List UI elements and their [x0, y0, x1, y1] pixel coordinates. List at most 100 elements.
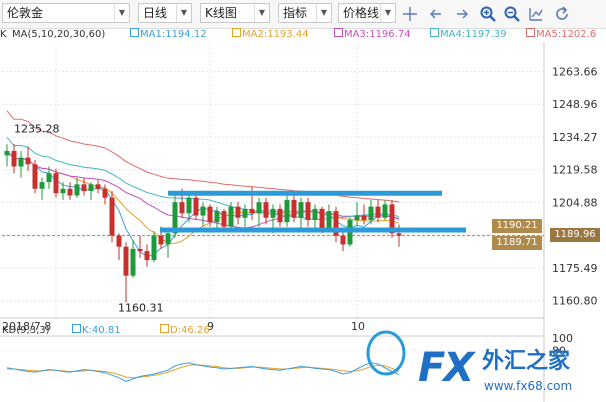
- y-tick-label: 1204.88: [552, 196, 598, 209]
- ma1-legend-item: MA1:1194.12: [130, 28, 207, 42]
- chart-style-select[interactable]: K线图 ▼: [200, 3, 270, 23]
- candle-body: [277, 208, 283, 223]
- candle-body: [312, 208, 318, 220]
- restore-icon[interactable]: [552, 4, 572, 24]
- candle-body: [214, 211, 220, 223]
- kd-d-legend-item: D:46.26: [160, 324, 210, 338]
- y-tick-label: 1248.96: [552, 98, 598, 111]
- price-line-select[interactable]: 价格线 ▼: [338, 3, 396, 23]
- draw-tool-icon[interactable]: [526, 4, 546, 24]
- ma-value-tag: 1190.21: [492, 219, 542, 233]
- y-tick-label: 1160.80: [552, 295, 598, 308]
- kd-k-legend-item: K:40.81: [72, 324, 121, 338]
- candle-body: [67, 188, 73, 196]
- kd-axis-label: 100: [552, 332, 573, 345]
- candle-body: [88, 184, 94, 192]
- chart-annotations: 1235.28 1160.31: [14, 123, 164, 315]
- chevron-down-icon[interactable]: ▼: [254, 4, 269, 22]
- chart-style-select-value: K线图: [205, 6, 237, 20]
- candle-body: [368, 206, 374, 220]
- high-annotation: 1235.28: [14, 123, 60, 136]
- candle-body: [340, 235, 346, 245]
- chevron-down-icon[interactable]: ▼: [380, 4, 395, 22]
- candle-body: [81, 184, 87, 192]
- candle-series: [4, 144, 402, 303]
- logo-fx-text: FX: [418, 345, 474, 391]
- candle-body: [375, 206, 381, 218]
- candle-body: [4, 150, 10, 156]
- candle-body: [165, 233, 171, 245]
- y-tick-label: 1175.49: [552, 262, 598, 275]
- toolbar: 伦敦金 ▼ 日线 ▼ K线图 ▼ 指标 ▼ 价格线 ▼: [0, 0, 606, 29]
- logo-url-text: www.fx68.com: [484, 379, 573, 393]
- ma4-legend-item: MA4:1197.39: [430, 28, 507, 42]
- candle-body: [109, 197, 115, 236]
- candle-body: [11, 150, 17, 167]
- indicator-select[interactable]: 指标 ▼: [278, 3, 332, 23]
- candle-body: [361, 215, 367, 220]
- candle-body: [270, 208, 276, 218]
- ma-legend-prefix: K: [0, 29, 7, 40]
- candle-body: [151, 235, 157, 261]
- symbol-select[interactable]: 伦敦金 ▼: [2, 3, 130, 23]
- low-annotation: 1160.31: [118, 302, 164, 315]
- candle-body: [186, 197, 192, 214]
- candle-body: [25, 157, 31, 165]
- candle-body: [158, 235, 164, 245]
- candle-body: [249, 208, 255, 214]
- candle-body: [137, 248, 143, 252]
- chevron-down-icon[interactable]: ▼: [114, 4, 129, 22]
- candle-body: [60, 188, 66, 194]
- candle-body: [326, 211, 332, 229]
- candle-body: [74, 184, 80, 196]
- chevron-down-icon[interactable]: ▼: [316, 4, 331, 22]
- candle-body: [32, 164, 38, 189]
- arrow-left-icon[interactable]: [426, 4, 446, 24]
- candle-body: [284, 199, 290, 223]
- candle-body: [123, 246, 129, 276]
- candle-body: [102, 188, 108, 198]
- candle-body: [39, 182, 45, 189]
- candle-body: [18, 157, 24, 167]
- kd-params: KD(9,3,3): [2, 325, 50, 336]
- indicator-select-value: 指标: [283, 6, 308, 20]
- candle-body: [382, 204, 388, 218]
- kd-d-line: [7, 364, 400, 379]
- candle-body: [221, 211, 227, 227]
- arrow-right-icon[interactable]: [452, 4, 472, 24]
- candle-body: [144, 251, 150, 261]
- candle-body: [95, 184, 101, 189]
- y-tick-label: 1263.66: [552, 65, 598, 78]
- candle-body: [291, 199, 297, 218]
- candle-body: [53, 173, 59, 194]
- logo-brand-text: 外汇之家: [482, 349, 571, 374]
- y-tick-label: 1234.27: [552, 131, 598, 144]
- crosshair-icon[interactable]: [400, 4, 420, 24]
- candle-body: [298, 202, 304, 218]
- candle-body: [354, 215, 360, 220]
- candle-body: [116, 235, 122, 247]
- ma-legend-params: MA(5,10,20,30,60): [12, 29, 106, 40]
- candle-body: [193, 197, 199, 216]
- candle-body: [207, 206, 213, 223]
- candle-body: [200, 206, 206, 216]
- chevron-down-icon[interactable]: ▼: [176, 4, 191, 22]
- symbol-select-value: 伦敦金: [7, 6, 44, 20]
- ma5-legend-item: MA5:1202.6: [526, 28, 596, 42]
- y-tick-label: 1219.58: [552, 164, 598, 177]
- candle-body: [130, 248, 136, 276]
- kd-k-line: [6, 362, 400, 382]
- period-select[interactable]: 日线 ▼: [138, 3, 192, 23]
- candle-body: [179, 202, 185, 214]
- ma2-legend-item: MA2:1193.44: [232, 28, 309, 42]
- candle-body: [396, 233, 402, 236]
- ma-legend: K MA(5,10,20,30,60) MA1:1194.12 MA2:1193…: [0, 28, 606, 42]
- watermark-logo: FX 外汇之家 www.fx68.com: [418, 346, 606, 402]
- candle-body: [319, 208, 325, 229]
- ma-line-5: [6, 110, 400, 203]
- zoom-in-icon[interactable]: [478, 4, 498, 24]
- candle-body: [263, 202, 269, 218]
- price-line-select-value: 价格线: [343, 6, 380, 20]
- candle-body: [228, 206, 234, 227]
- zoom-out-icon[interactable]: [502, 4, 522, 24]
